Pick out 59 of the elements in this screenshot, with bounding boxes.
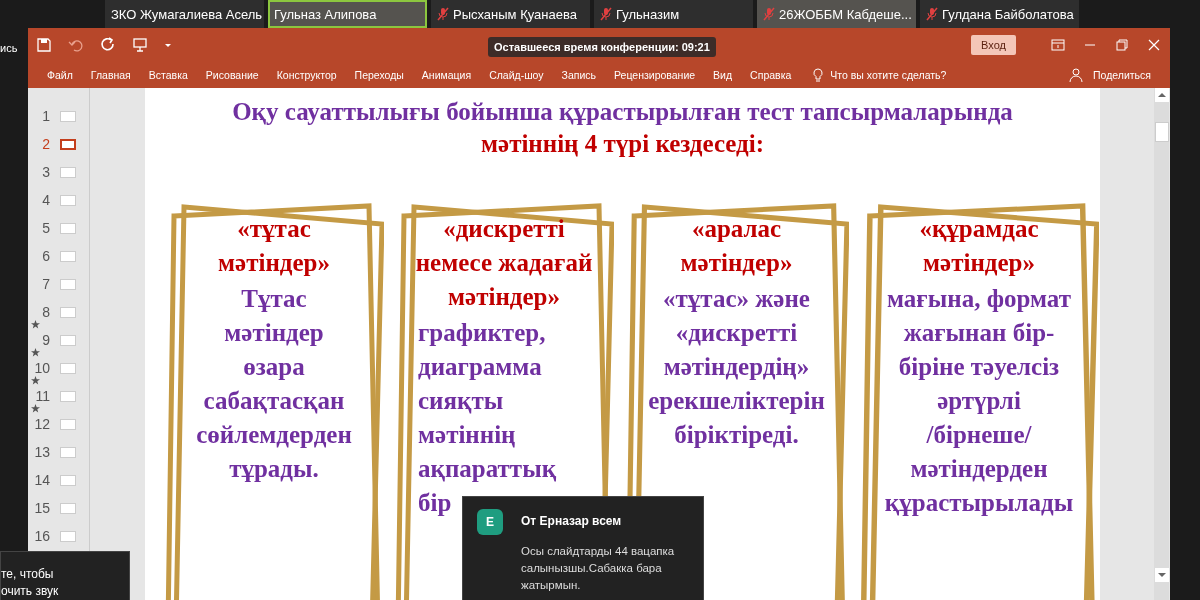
ribbon-tab[interactable]: Рецензирование	[605, 69, 705, 81]
ribbon-tab[interactable]: Переходы	[345, 69, 413, 81]
ribbon-tab[interactable]: Справка	[741, 69, 801, 81]
slide-heading: мәтіннің 4 түрі кездеседі:	[480, 130, 765, 158]
slide-number: 15	[33, 500, 50, 516]
ribbon-tab[interactable]: Вид	[704, 69, 742, 81]
card-heading: «дискретті немесе жадағай мәтіндер»	[415, 214, 593, 312]
slide-number: 6	[41, 248, 50, 264]
slide-number: 1	[41, 108, 50, 124]
slide-number: 12	[33, 416, 50, 432]
slide-number: 9	[41, 332, 50, 348]
participant-name: Гулдана Байболатова	[942, 6, 1074, 22]
slide-number: 10	[33, 360, 50, 376]
ribbon-tab[interactable]: Слайд-шоу	[480, 69, 553, 81]
participant-tile[interactable]: Гульназ Алипова	[268, 0, 427, 28]
card-heading: «аралас мәтіндер»	[680, 214, 793, 278]
slide-number: 16	[33, 528, 50, 544]
cut-off-text: ись	[0, 42, 19, 54]
ribbon-tab[interactable]: Главная	[81, 69, 140, 81]
slide-number: 4	[41, 192, 50, 208]
participant-name: 26ЖОББМ Кабдеше...	[779, 6, 912, 22]
participant-name: Рысханым Қуанаева	[453, 6, 577, 22]
card-text: Тұтас мәтіндер өзара сабақтасқан сөйлемдерден тұрады.	[196, 284, 352, 484]
card-text: «тұтас» және «дискретті мәтіндердің» ерекшеліктерін біріктіреді.	[648, 284, 825, 450]
participant-tile[interactable]: Гульназим	[594, 0, 753, 28]
card-heading: «құрамдас мәтіндер»	[919, 214, 1039, 278]
card-text: мағына, формат жағынан бір- біріне тәуелсіз әртүрлі /бірнеше/ мәтіндерден құрастырылады	[884, 284, 1074, 518]
conference-timer: Оставшееся время конференции: 09:21	[488, 37, 716, 57]
card-heading: «тұтас мәтіндер»	[218, 214, 330, 278]
ribbon-tab[interactable]: Запись	[552, 69, 606, 81]
chat-sender: От Ерназар всем	[521, 514, 623, 530]
participant-tile[interactable]: ЗКО Жумагалиева Асель	[105, 0, 264, 28]
slide-number: 13	[33, 444, 50, 460]
slide-number: 7	[41, 276, 50, 292]
slide-number: 5	[41, 220, 50, 236]
sender-avatar: E	[477, 509, 503, 535]
participant-name: ЗКО Жумагалиева Асель	[111, 6, 263, 22]
slide-number: 11	[34, 388, 50, 404]
participant-tile[interactable]: Рысханым Қуанаева	[431, 0, 590, 28]
chat-message: Осы слайдтарды 44 вацапка салынызшы.Сабакка бара жатырмын.	[521, 544, 676, 593]
ribbon-tab[interactable]: Рисование	[196, 69, 268, 81]
slide-number: 8	[41, 304, 50, 320]
ribbon-tab[interactable]: Вставка	[139, 69, 197, 81]
slide-number: 2	[41, 136, 50, 152]
participant-tile[interactable]: Гулдана Байболатова	[920, 0, 1079, 28]
participant-name: Гульназим	[616, 6, 680, 22]
ribbon-tab[interactable]: Анимация	[412, 69, 481, 81]
participant-name: Гульназ Алипова	[274, 6, 377, 22]
ribbon-tab[interactable]: Файл	[38, 69, 82, 81]
slide-number: 14	[33, 472, 50, 488]
share-button[interactable]: Поделиться	[1084, 69, 1160, 81]
notification-text: очить звук	[1, 583, 60, 600]
ribbon-tab[interactable]: Конструктор	[267, 69, 346, 81]
slide-number: 3	[41, 164, 50, 180]
notification-text: те, чтобы	[1, 566, 55, 583]
tell-me-field[interactable]: Что вы хотите сделать?	[830, 69, 947, 81]
participant-tile[interactable]: 26ЖОББМ Кабдеше...	[757, 0, 916, 28]
slide-heading: Оқу сауаттылығы бойынша құрастырылған тест тапсырмаларында	[231, 98, 1014, 126]
sign-in-button[interactable]: Вход	[971, 35, 1016, 55]
